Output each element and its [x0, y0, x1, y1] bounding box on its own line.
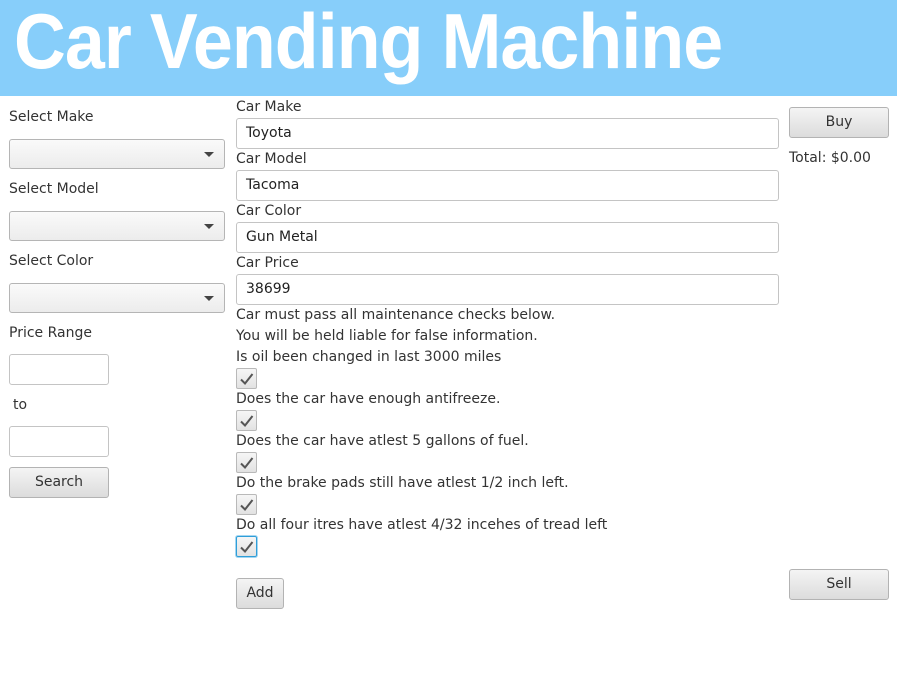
- chevron-down-icon: [194, 140, 224, 168]
- brake-check-label: Do the brake pads still have atlest 1/2 …: [236, 475, 569, 491]
- price-range-label: Price Range: [9, 325, 92, 341]
- car-color-label: Car Color: [236, 203, 302, 219]
- antifreeze-check-label: Does the car have enough antifreeze.: [236, 391, 501, 407]
- brake-checkbox[interactable]: [236, 494, 257, 515]
- oil-checkbox[interactable]: [236, 368, 257, 389]
- chevron-down-icon: [194, 212, 224, 240]
- sell-button[interactable]: Sell: [789, 569, 889, 600]
- buy-button[interactable]: Buy: [789, 107, 889, 138]
- price-max-input[interactable]: [9, 426, 109, 457]
- price-min-input[interactable]: [9, 354, 109, 385]
- model-combobox[interactable]: [9, 211, 225, 241]
- fuel-check-label: Does the car have atlest 5 gallons of fu…: [236, 433, 529, 449]
- antifreeze-checkbox[interactable]: [236, 410, 257, 431]
- search-button[interactable]: Search: [9, 467, 109, 498]
- liability-notice: You will be held liable for false inform…: [236, 328, 538, 344]
- make-combobox[interactable]: [9, 139, 225, 169]
- car-color-field[interactable]: Gun Metal: [236, 222, 779, 253]
- checkmark-icon: [240, 540, 254, 553]
- add-button[interactable]: Add: [236, 578, 284, 609]
- checkmark-icon: [240, 414, 254, 427]
- checkmark-icon: [240, 372, 254, 385]
- checkmark-icon: [240, 498, 254, 511]
- tire-check-label: Do all four itres have atlest 4/32 inceh…: [236, 517, 608, 533]
- make-select-label: Select Make: [9, 109, 94, 125]
- fuel-checkbox[interactable]: [236, 452, 257, 473]
- car-price-field[interactable]: 38699: [236, 274, 779, 305]
- oil-check-label: Is oil been changed in last 3000 miles: [236, 349, 502, 365]
- color-combobox[interactable]: [9, 283, 225, 313]
- title-banner: Car Vending Machine: [0, 0, 897, 96]
- car-model-label: Car Model: [236, 151, 307, 167]
- model-select-label: Select Model: [9, 181, 99, 197]
- car-make-field[interactable]: Toyota: [236, 118, 779, 149]
- car-make-label: Car Make: [236, 99, 302, 115]
- car-price-label: Car Price: [236, 255, 299, 271]
- checkmark-icon: [240, 456, 254, 469]
- total-label: Total: $0.00: [789, 150, 871, 166]
- app-title: Car Vending Machine: [14, 0, 723, 85]
- maintenance-notice: Car must pass all maintenance checks bel…: [236, 307, 556, 323]
- chevron-down-icon: [194, 284, 224, 312]
- car-model-field[interactable]: Tacoma: [236, 170, 779, 201]
- color-select-label: Select Color: [9, 253, 94, 269]
- tire-checkbox[interactable]: [236, 536, 257, 557]
- price-to-label: to: [13, 397, 28, 413]
